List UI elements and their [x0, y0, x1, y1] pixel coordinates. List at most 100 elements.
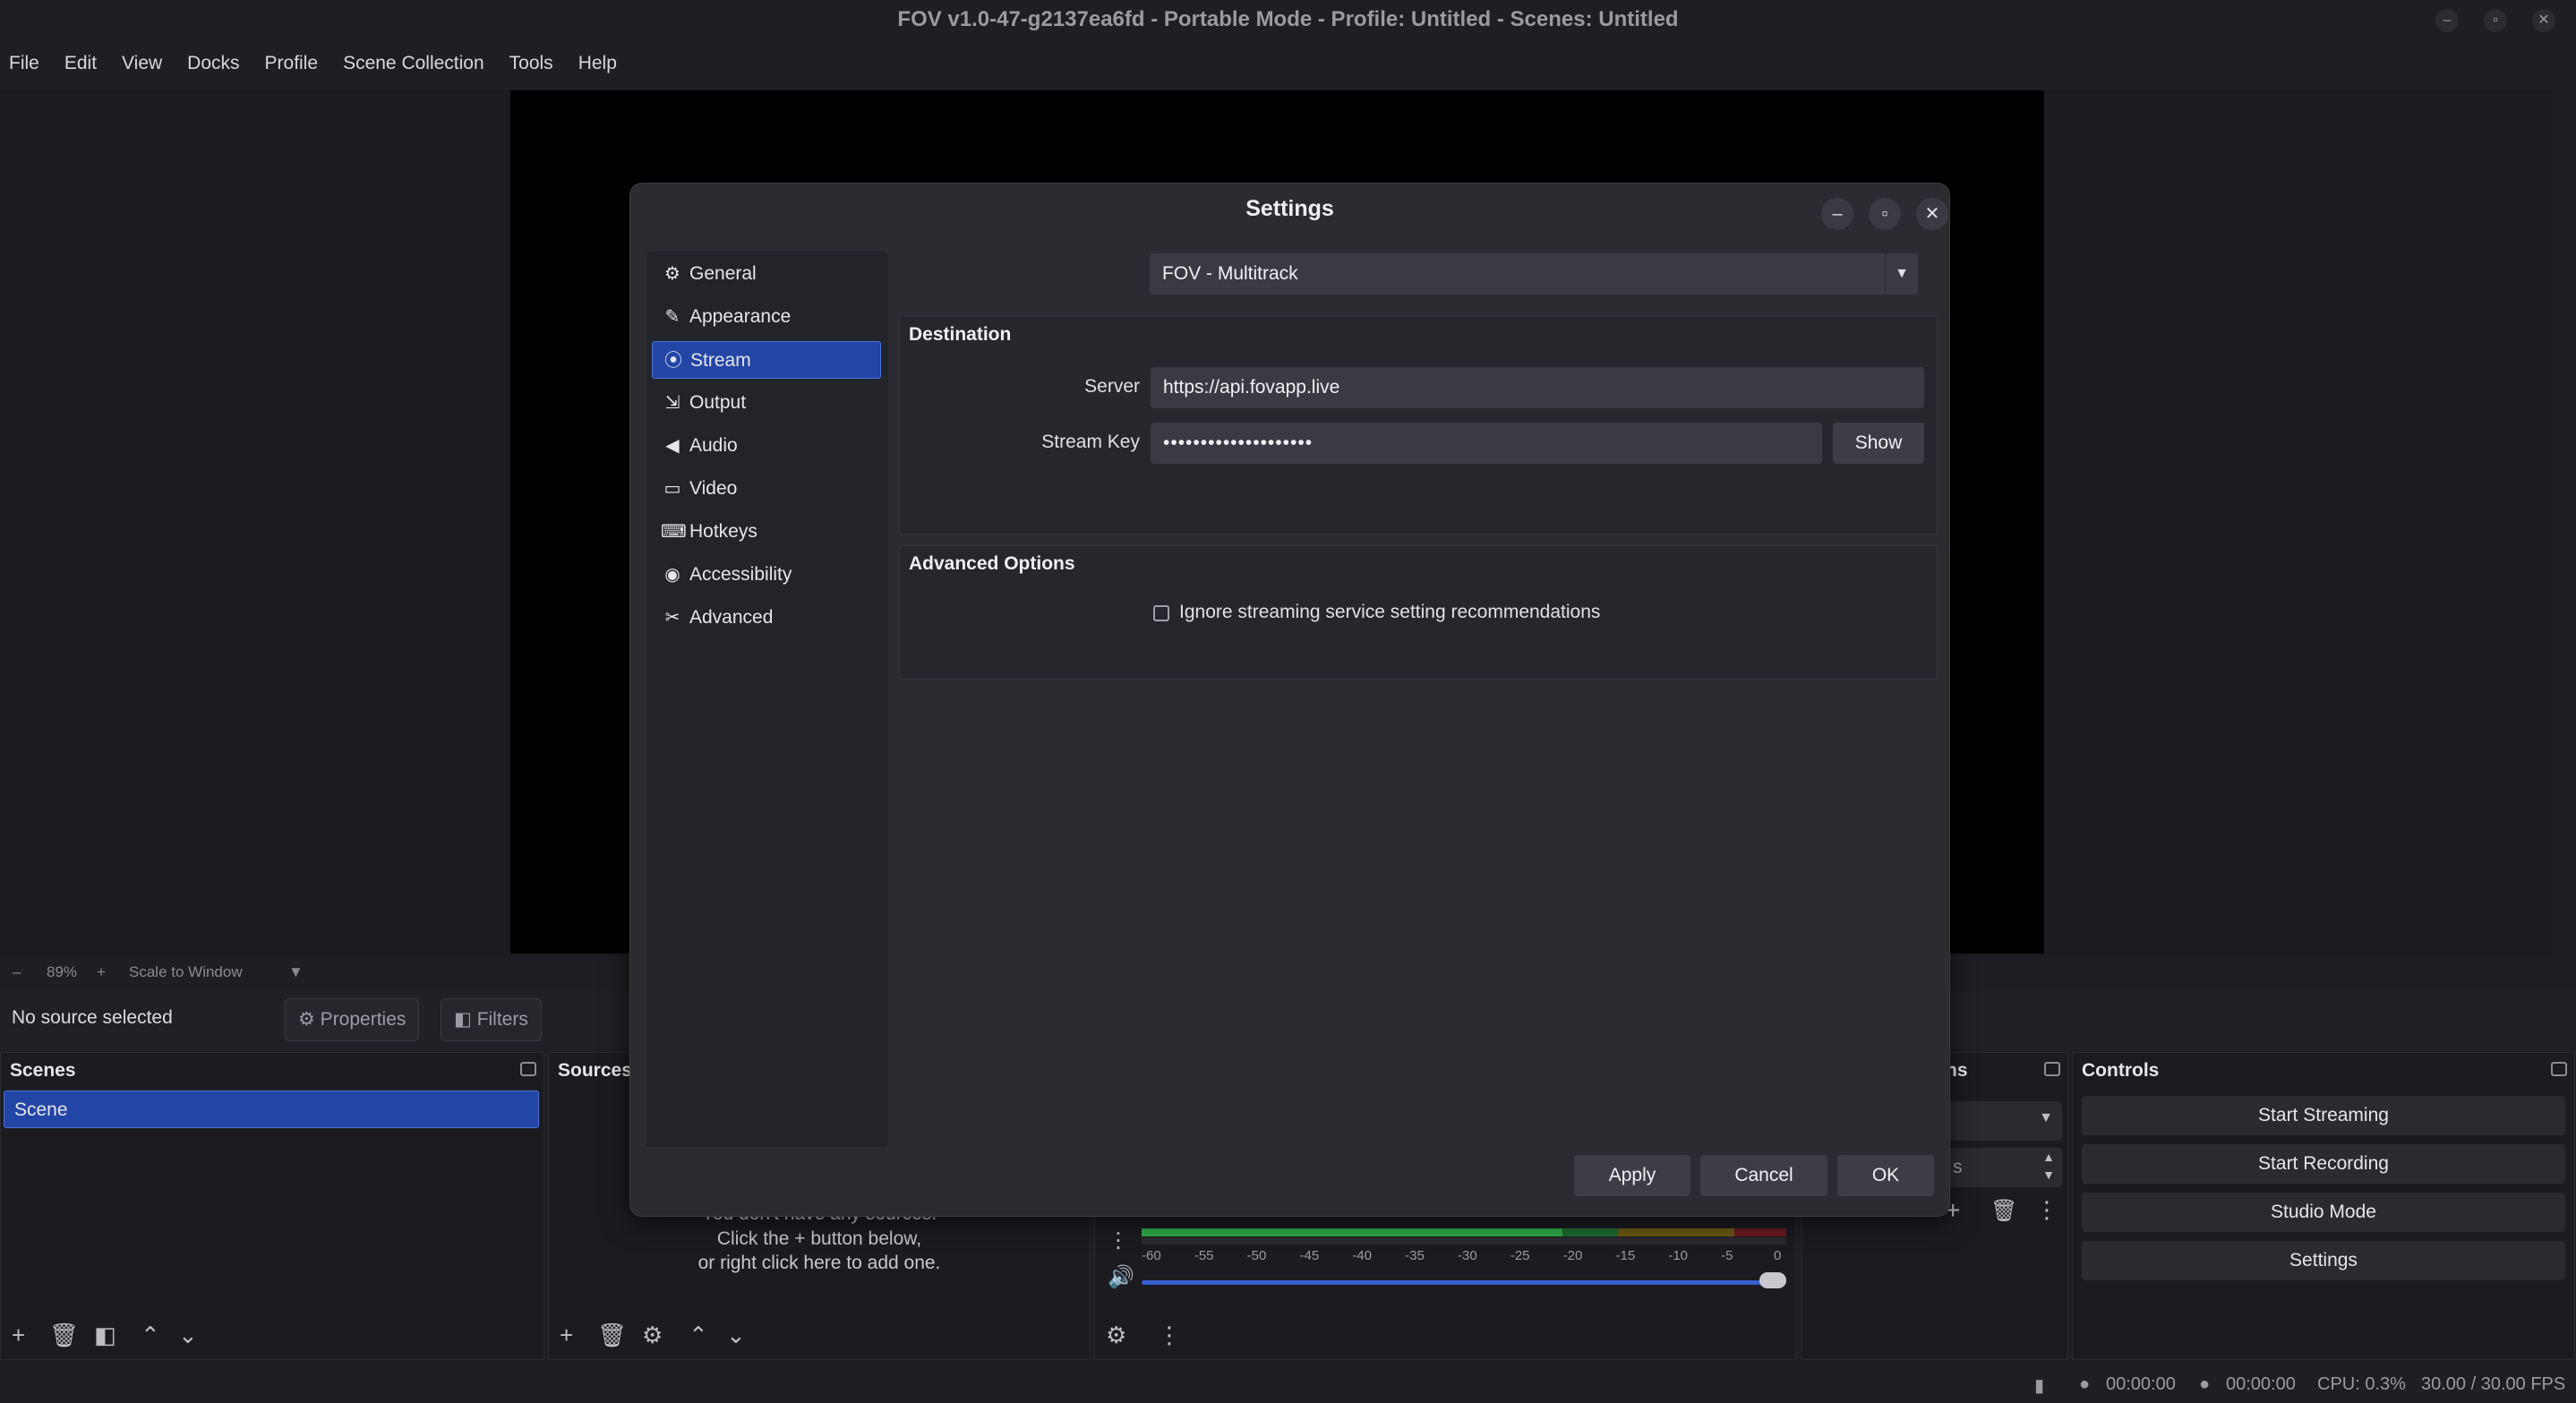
- destination-group: Destination Server https://api.fovapp.li…: [899, 316, 1938, 535]
- move-down-icon[interactable]: ⌄: [178, 1322, 198, 1349]
- meter-yellow: [1618, 1228, 1734, 1236]
- nav-stream[interactable]: ⦿ Stream: [652, 341, 881, 379]
- meter-red: [1734, 1228, 1786, 1236]
- filters-button[interactable]: ◧ Filters: [441, 998, 542, 1041]
- nav-output[interactable]: ⇲ Output: [652, 384, 881, 422]
- minimize-button[interactable]: –: [2435, 9, 2459, 32]
- sources-title: Sources: [558, 1060, 632, 1081]
- filters-label: Filters: [476, 1009, 528, 1030]
- more-options-icon[interactable]: ⋮: [1158, 1322, 1181, 1349]
- settings-button[interactable]: Settings: [2082, 1241, 2565, 1280]
- chevron-down-icon[interactable]: ▼: [288, 963, 304, 981]
- move-up-icon[interactable]: ⌃: [141, 1322, 160, 1349]
- transition-select[interactable]: ▼: [1946, 1101, 2062, 1141]
- dialog-title: Settings: [1245, 196, 1334, 221]
- spin-down-icon[interactable]: ▼: [2042, 1168, 2055, 1182]
- speaker-icon[interactable]: 🔊: [1108, 1264, 1134, 1290]
- ignore-recommendations-checkbox[interactable]: [1153, 605, 1169, 621]
- filter-icon[interactable]: ◧: [94, 1322, 116, 1349]
- nav-label: Audio: [689, 435, 738, 456]
- nav-general[interactable]: ⚙ General: [652, 255, 881, 293]
- meter-tick-label: -30: [1458, 1248, 1477, 1263]
- menu-profile[interactable]: Profile: [265, 50, 319, 77]
- volume-slider-handle[interactable]: [1759, 1272, 1786, 1288]
- meter-tick-label: -50: [1246, 1248, 1267, 1263]
- menu-file[interactable]: File: [9, 50, 39, 77]
- service-select[interactable]: FOV - Multitrack ▼: [1150, 253, 1918, 295]
- meter-tick-label: -5: [1721, 1248, 1733, 1263]
- window-title-bar: FOV v1.0-47-g2137ea6fd - Portable Mode -…: [0, 0, 2576, 41]
- record-indicator-icon: ●: [2199, 1374, 2211, 1394]
- zoom-in-button[interactable]: +: [97, 963, 106, 981]
- duration-spinbox[interactable]: s ▲ ▼: [1946, 1148, 2062, 1187]
- cpu-usage: CPU: 0.3%: [2317, 1374, 2406, 1394]
- menu-scene-collection[interactable]: Scene Collection: [343, 50, 484, 77]
- apply-button[interactable]: Apply: [1574, 1155, 1690, 1196]
- dialog-close-button[interactable]: ✕: [1916, 198, 1948, 230]
- trash-icon[interactable]: 🗑: [49, 1322, 79, 1349]
- stream-key-input[interactable]: ••••••••••••••••••••: [1151, 423, 1822, 464]
- gear-icon[interactable]: ⚙: [1106, 1322, 1126, 1349]
- destination-title: Destination: [909, 324, 1012, 345]
- dock-float-icon[interactable]: [2044, 1062, 2060, 1076]
- nav-advanced[interactable]: ✂ Advanced: [652, 599, 881, 637]
- scene-item[interactable]: Scene: [4, 1091, 539, 1128]
- start-streaming-button[interactable]: Start Streaming: [2082, 1096, 2565, 1135]
- gear-icon[interactable]: ⚙: [642, 1322, 663, 1349]
- nav-label: Output: [689, 392, 747, 413]
- nav-video[interactable]: ▭ Video: [652, 470, 881, 508]
- nav-appearance[interactable]: ✎ Appearance: [652, 298, 881, 336]
- start-recording-button[interactable]: Start Recording: [2082, 1144, 2565, 1184]
- menu-help[interactable]: Help: [578, 50, 617, 77]
- sources-hint-line3: or right click here to add one.: [697, 1253, 941, 1273]
- add-icon[interactable]: +: [12, 1322, 25, 1349]
- dialog-minimize-button[interactable]: –: [1821, 198, 1853, 230]
- ok-button[interactable]: OK: [1837, 1155, 1934, 1196]
- dialog-maximize-button[interactable]: ▫: [1869, 198, 1901, 230]
- spin-up-icon[interactable]: ▲: [2042, 1150, 2055, 1164]
- filter-icon: ◧: [454, 1009, 472, 1030]
- properties-label: Properties: [320, 1009, 407, 1030]
- nav-audio[interactable]: ◀ Audio: [652, 427, 881, 465]
- gear-icon: ⚙: [298, 1009, 315, 1030]
- nav-accessibility[interactable]: ◉ Accessibility: [652, 556, 881, 594]
- nav-hotkeys[interactable]: ⌨ Hotkeys: [652, 513, 881, 551]
- dock-float-icon[interactable]: [520, 1062, 536, 1076]
- show-key-button[interactable]: Show: [1833, 423, 1924, 464]
- trash-icon[interactable]: 🗑: [597, 1322, 627, 1349]
- volume-slider-track[interactable]: [1142, 1280, 1786, 1285]
- nav-label: Stream: [690, 350, 751, 371]
- close-button[interactable]: ✕: [2532, 9, 2555, 32]
- dock-float-icon[interactable]: [2551, 1062, 2567, 1076]
- stream-indicator-icon: ●: [2079, 1374, 2091, 1394]
- cancel-button[interactable]: Cancel: [1700, 1155, 1827, 1196]
- move-up-icon[interactable]: ⌃: [689, 1322, 708, 1349]
- meter-tick-label: -35: [1405, 1248, 1425, 1263]
- duration-fragment: s: [1953, 1157, 1963, 1177]
- meter-channel-2: [1142, 1237, 1786, 1245]
- nav-label: Video: [689, 478, 738, 499]
- maximize-button[interactable]: ▫: [2484, 9, 2507, 32]
- more-options-icon[interactable]: ⋮: [1108, 1228, 1129, 1253]
- nav-label: Advanced: [689, 607, 774, 628]
- move-down-icon[interactable]: ⌄: [726, 1322, 746, 1349]
- menu-tools[interactable]: Tools: [509, 50, 553, 77]
- nav-label: General: [689, 263, 757, 284]
- menu-view[interactable]: View: [122, 50, 162, 77]
- scenes-title: Scenes: [10, 1060, 76, 1081]
- more-options-icon[interactable]: ⋮: [2035, 1196, 2058, 1224]
- zoom-out-button[interactable]: –: [13, 963, 21, 981]
- zoom-mode-select[interactable]: Scale to Window: [129, 963, 243, 981]
- stream-time: 00:00:00: [2106, 1374, 2176, 1394]
- properties-button[interactable]: ⚙ Properties: [285, 998, 420, 1041]
- trash-icon[interactable]: 🗑: [1990, 1198, 2017, 1224]
- menu-docks[interactable]: Docks: [187, 50, 239, 77]
- tools-icon: ✂: [664, 608, 680, 628]
- server-input[interactable]: https://api.fovapp.live: [1151, 367, 1924, 408]
- menu-edit[interactable]: Edit: [64, 50, 97, 77]
- ignore-recommendations-label[interactable]: Ignore streaming service setting recomme…: [1179, 602, 1600, 623]
- monitor-icon: ▭: [663, 479, 681, 499]
- add-icon[interactable]: +: [560, 1322, 573, 1349]
- studio-mode-button[interactable]: Studio Mode: [2082, 1193, 2565, 1232]
- fps-readout: 30.00 / 30.00 FPS: [2421, 1374, 2566, 1394]
